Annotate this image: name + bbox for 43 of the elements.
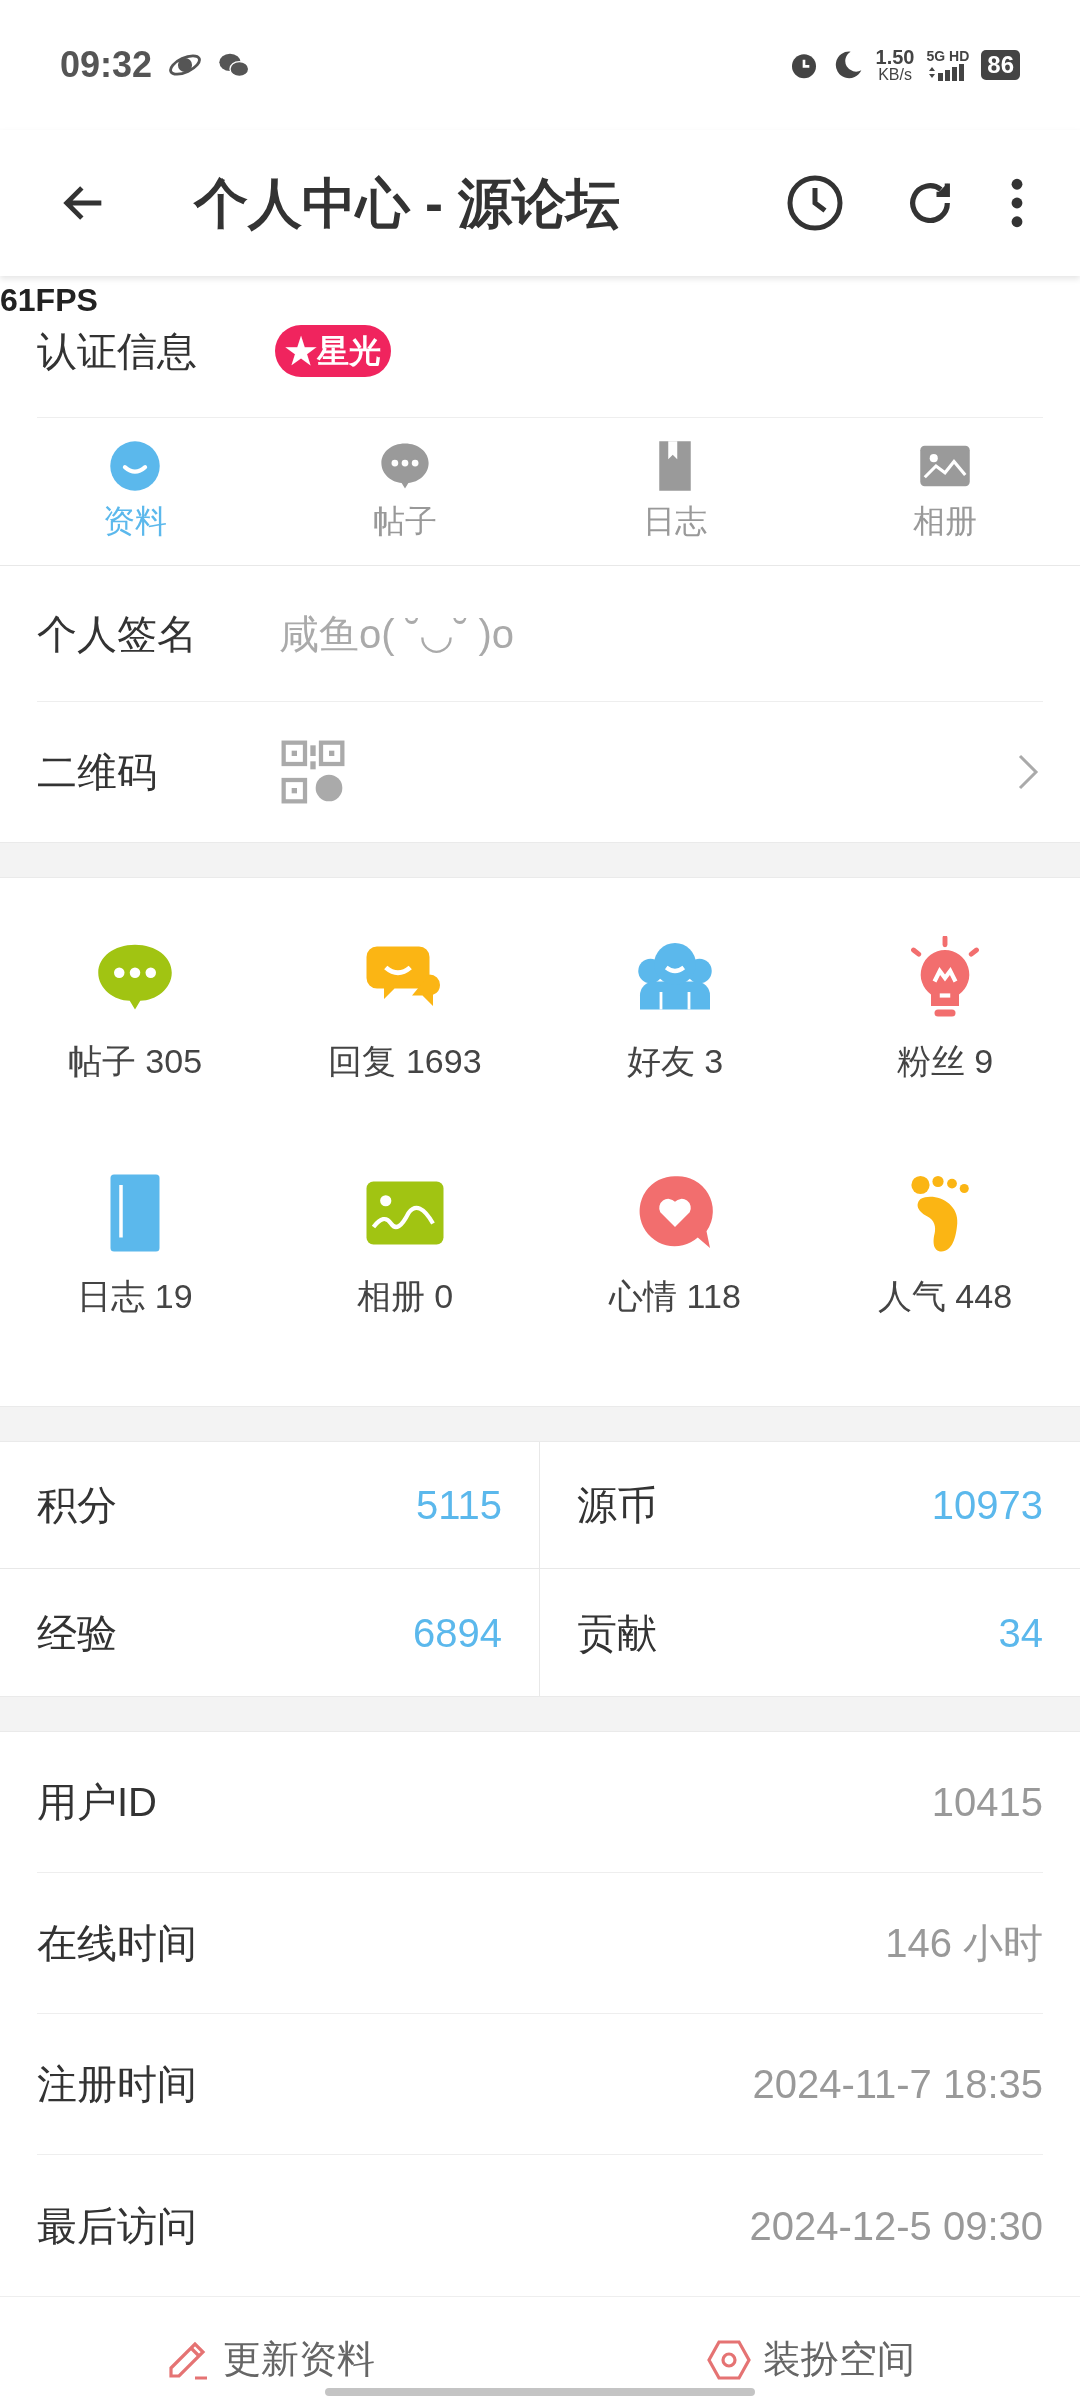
qr-code-icon [281, 740, 345, 804]
network-type: 5G HD [926, 49, 970, 63]
signature-label: 个人签名 [37, 610, 198, 658]
network-speed: 1.50 [875, 47, 915, 67]
points-value: 6894 [413, 1609, 502, 1657]
planet-icon [168, 52, 203, 78]
info-value: 146 小时 [885, 1920, 1043, 1967]
chat-app-icon [218, 51, 251, 79]
stat-item[interactable]: 好友 3 [540, 936, 810, 1166]
certification-badge: ★星光 [275, 324, 391, 377]
smiley-icon [108, 438, 162, 493]
points-value: 5115 [416, 1482, 502, 1529]
info-label: 注册时间 [37, 2061, 197, 2108]
status-time: 09:32 [60, 43, 153, 87]
points-label: 贡献 [577, 1609, 657, 1657]
more-menu-button[interactable] [1010, 178, 1024, 228]
info-label: 用户ID [37, 1779, 157, 1826]
points-label: 经验 [37, 1609, 117, 1657]
points-value: 34 [998, 1609, 1043, 1657]
certification-label: 认证信息 [37, 327, 198, 375]
stat-item[interactable]: 回复 1693 [270, 936, 540, 1166]
points-label: 积分 [37, 1482, 117, 1529]
stat-item[interactable]: 粉丝 9 [810, 936, 1080, 1166]
info-value: 10415 [931, 1779, 1043, 1826]
stat-item[interactable]: 相册 0 [270, 1171, 540, 1401]
stat-item[interactable]: 人气 448 [810, 1171, 1080, 1401]
bottom-action-button[interactable]: 更新资料 [165, 2331, 375, 2388]
info-label: 在线时间 [37, 1920, 197, 1967]
points-label: 源币 [577, 1482, 657, 1529]
speed-unit: KB/s [878, 67, 912, 83]
stat-item[interactable]: 心情 118 [540, 1171, 810, 1401]
signature-value: 咸鱼o( ˘◡˘ )o [279, 610, 514, 658]
fps-counter: 61FPS [0, 284, 98, 316]
qr-code-row[interactable]: 二维码 [37, 702, 1043, 842]
info-value: 2024-11-7 18:35 [752, 2061, 1043, 2108]
bottom-action-button[interactable]: 装扮空间 [705, 2331, 915, 2388]
info-value: 2024-12-5 09:30 [749, 2202, 1043, 2250]
stat-item[interactable]: 日志 19 [0, 1171, 270, 1401]
points-value: 10973 [931, 1482, 1043, 1529]
info-label: 最后访问 [37, 2202, 197, 2250]
page-title: 个人中心 - 源论坛 [194, 171, 620, 235]
stat-item[interactable]: 帖子 305 [0, 936, 270, 1166]
battery-level: 86 [981, 50, 1020, 80]
